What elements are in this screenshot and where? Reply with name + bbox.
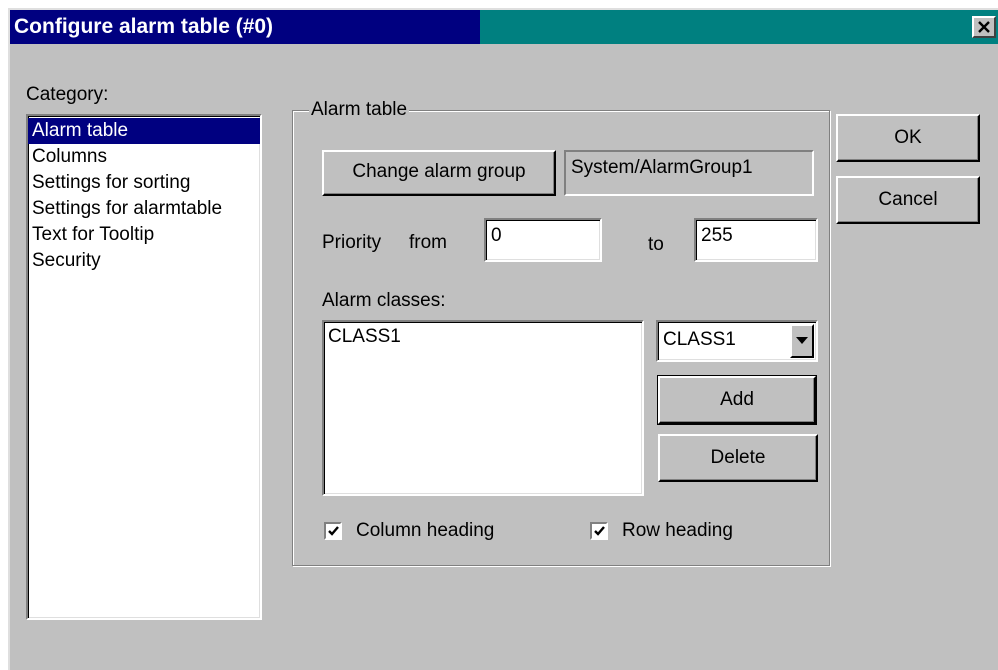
delete-class-label: Delete — [710, 447, 766, 468]
alarm-class-select-value: CLASS1 — [663, 329, 736, 350]
alarm-class-item[interactable]: CLASS1 — [324, 324, 642, 350]
alarm-group-value: System/AlarmGroup1 — [571, 157, 753, 178]
cancel-button[interactable]: Cancel — [836, 176, 980, 224]
row-heading-label[interactable]: Row heading — [622, 520, 733, 542]
alarm-classes-list[interactable]: CLASS1 — [322, 320, 644, 496]
checkmark-icon — [328, 526, 339, 536]
column-heading-label[interactable]: Column heading — [356, 520, 494, 542]
window-title: Configure alarm table (#0) — [14, 15, 274, 38]
delete-class-button[interactable]: Delete — [658, 434, 818, 482]
ok-label: OK — [894, 127, 922, 148]
title-bar[interactable]: Configure alarm table (#0) — [10, 10, 998, 44]
priority-to-input[interactable]: 255 — [694, 218, 818, 262]
dropdown-button[interactable] — [790, 324, 814, 358]
close-icon — [978, 21, 990, 33]
priority-from-value: 0 — [491, 225, 502, 246]
priority-to-value: 255 — [701, 225, 733, 246]
ok-button[interactable]: OK — [836, 114, 980, 162]
category-item-security[interactable]: Security — [28, 248, 260, 274]
category-item-settings-alarmtable[interactable]: Settings for alarmtable — [28, 196, 260, 222]
add-class-label: Add — [720, 389, 754, 410]
priority-from-input[interactable]: 0 — [484, 218, 602, 262]
alarm-group-field: System/AlarmGroup1 — [564, 150, 814, 196]
group-title: Alarm table — [309, 98, 410, 122]
category-item-columns[interactable]: Columns — [28, 144, 260, 170]
change-alarm-group-label: Change alarm group — [352, 161, 526, 182]
category-item-text-tooltip[interactable]: Text for Tooltip — [28, 222, 260, 248]
category-item-settings-sorting[interactable]: Settings for sorting — [28, 170, 260, 196]
from-label: from — [409, 232, 447, 253]
change-alarm-group-button[interactable]: Change alarm group — [322, 150, 556, 196]
priority-label: Priority — [322, 232, 382, 253]
category-list[interactable]: Alarm table Columns Settings for sorting… — [26, 114, 262, 620]
add-class-button[interactable]: Add — [657, 375, 817, 425]
row-heading-checkbox[interactable] — [590, 522, 608, 540]
category-label: Category: — [26, 84, 109, 105]
column-heading-checkbox[interactable] — [324, 522, 342, 540]
close-button[interactable] — [972, 16, 996, 38]
category-item-alarm-table[interactable]: Alarm table — [28, 118, 260, 144]
cancel-label: Cancel — [878, 189, 938, 210]
to-label: to — [648, 234, 664, 255]
alarm-class-select[interactable]: CLASS1 — [656, 320, 818, 362]
alarm-classes-label: Alarm classes: — [322, 290, 446, 311]
dialog-window: Configure alarm table (#0) Category: Ala… — [8, 8, 998, 670]
chevron-down-icon — [796, 337, 808, 344]
checkmark-icon — [594, 526, 605, 536]
